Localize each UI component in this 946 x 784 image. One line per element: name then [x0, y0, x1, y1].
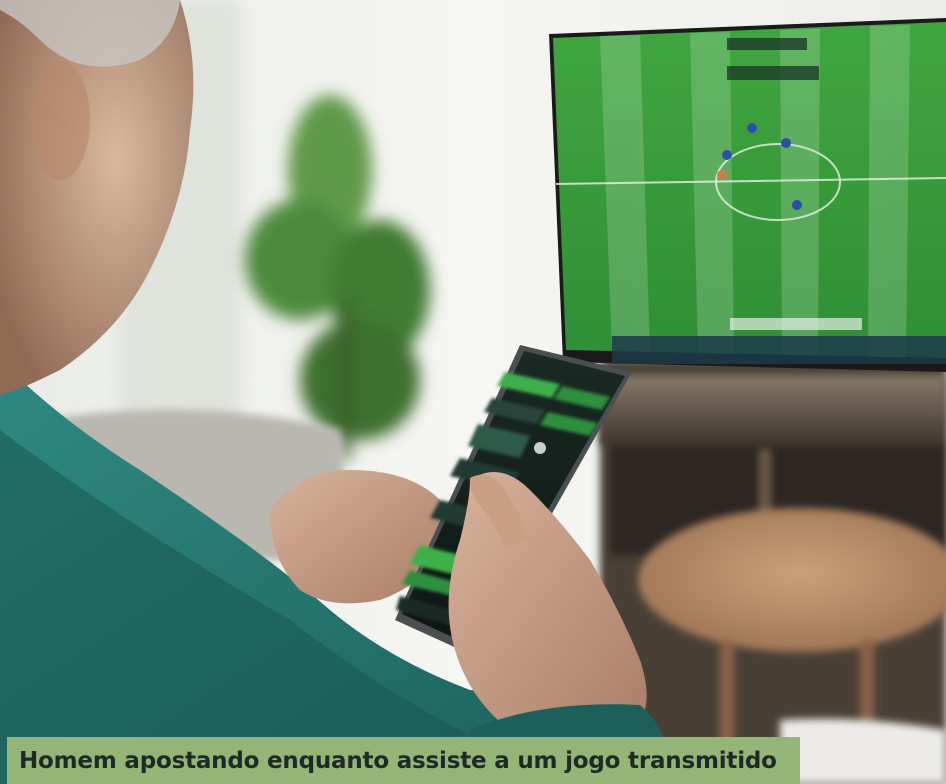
- photo: [0, 0, 946, 784]
- tv: [549, 18, 946, 372]
- caption-band: Homem apostando enquanto assiste a um jo…: [7, 737, 800, 784]
- photo-caption: Homem apostando enquanto assiste a um jo…: [19, 747, 777, 774]
